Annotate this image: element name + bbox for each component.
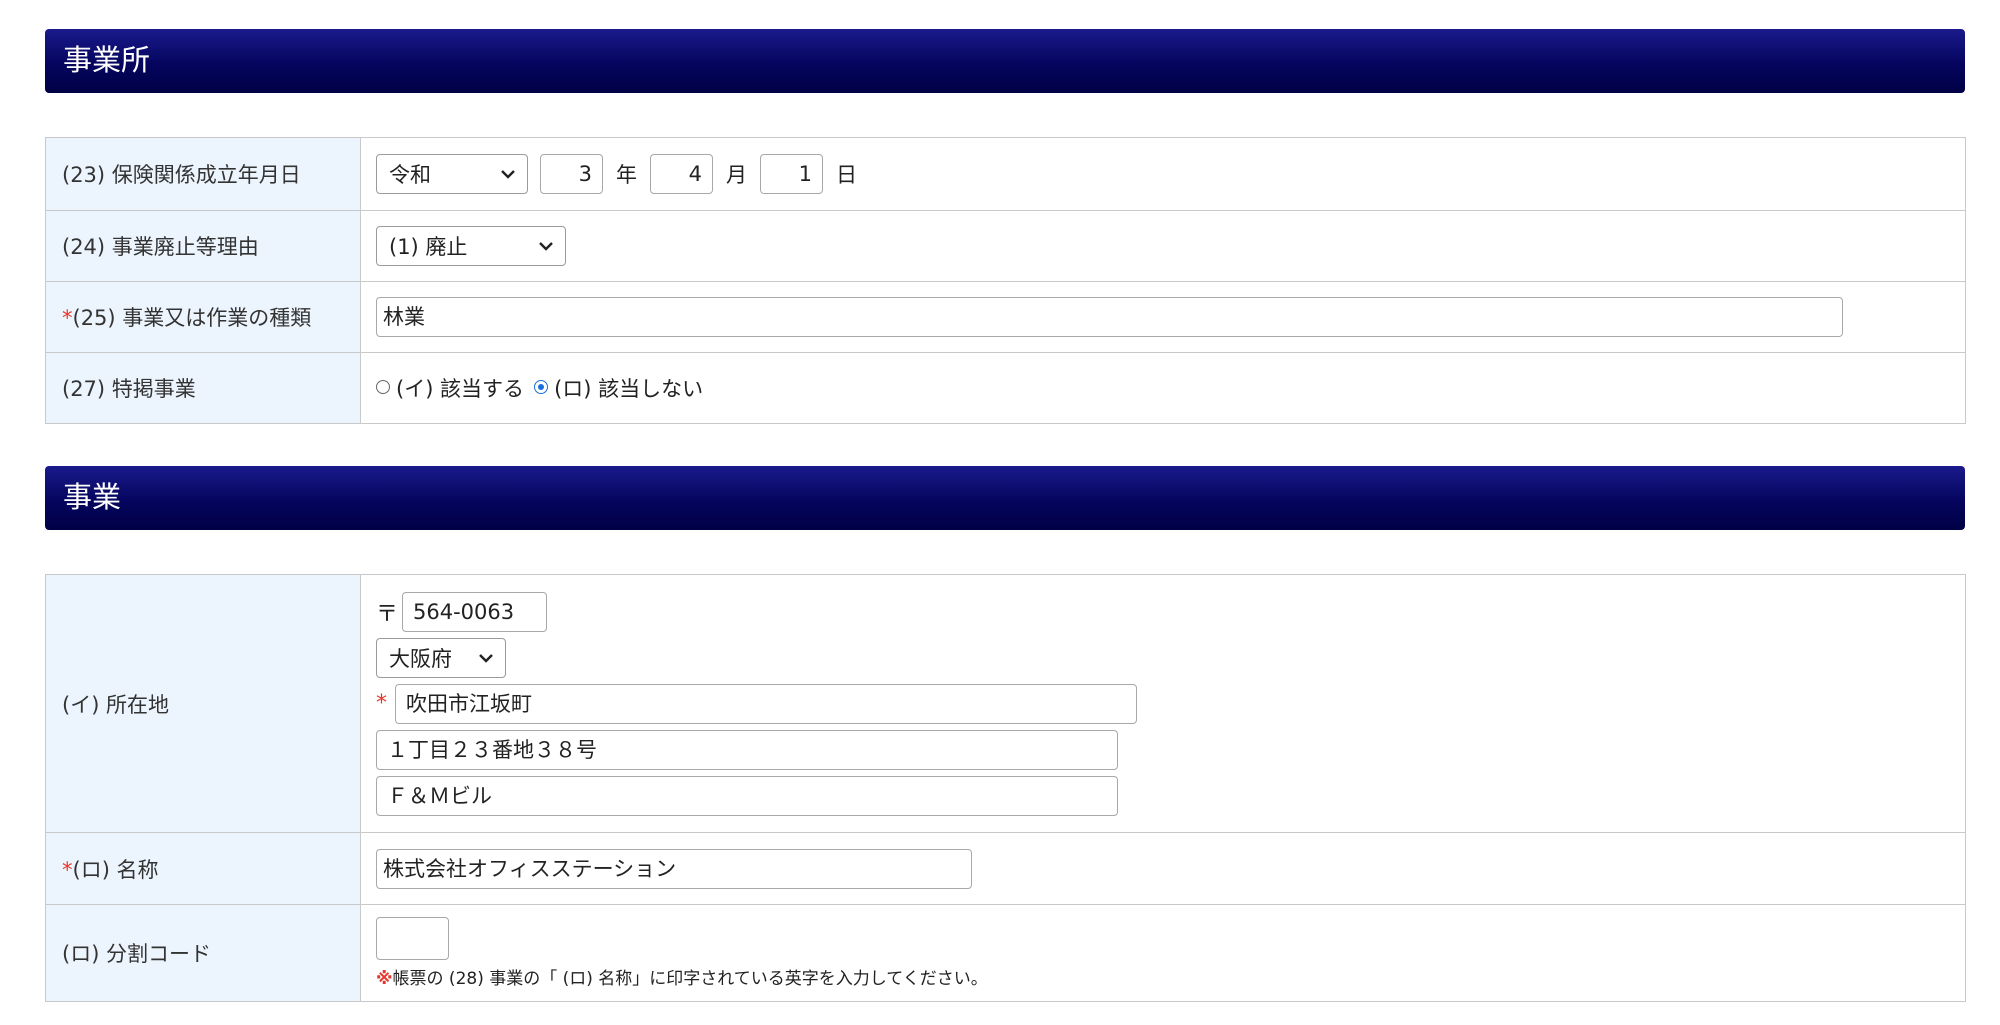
section-title: 事業所 <box>63 43 151 77</box>
business-form-table: (イ) 所在地 〒 564-0063 大阪府 * 吹田市江坂町 １丁目２３番地３… <box>45 574 1966 1002</box>
section-header-business: 事業 <box>45 466 1965 530</box>
label-cell: *(ロ) 名称 <box>45 832 361 905</box>
label-cell: (27) 特掲事業 <box>45 352 361 424</box>
field-cell: 株式会社オフィスステーション <box>360 832 1966 905</box>
field-cell: 林業 <box>360 281 1966 353</box>
address2-line: Ｆ＆Ｍビル <box>376 773 1965 819</box>
postal-line: 〒 564-0063 <box>376 589 1965 635</box>
month-unit: 月 <box>726 163 747 187</box>
field-label: (24) 事業廃止等理由 <box>62 235 259 259</box>
prefecture-select[interactable]: 大阪府 <box>376 637 506 678</box>
section-header-office: 事業所 <box>45 29 1965 93</box>
address1-input[interactable]: １丁目２３番地３８号 <box>376 729 1118 770</box>
row-established-date: (23) 保険関係成立年月日 令和 3 年 4 月 1 日 <box>45 137 1966 211</box>
radio-applicable[interactable] <box>376 380 390 394</box>
label-cell: (23) 保険関係成立年月日 <box>45 137 361 211</box>
city-input[interactable]: 吹田市江坂町 <box>395 683 1137 724</box>
address1-line: １丁目２３番地３８号 <box>376 727 1965 773</box>
label-cell: *(25) 事業又は作業の種類 <box>45 281 361 353</box>
field-label: (ロ) 名称 <box>72 857 159 882</box>
field-cell: (1) 廃止 <box>360 210 1966 282</box>
year-input[interactable]: 3 <box>540 154 603 194</box>
label-cell: (イ) 所在地 <box>45 574 361 833</box>
note-mark: ※ <box>376 969 393 989</box>
field-label: (25) 事業又は作業の種類 <box>72 306 312 330</box>
address2-input[interactable]: Ｆ＆Ｍビル <box>376 775 1118 816</box>
radio-not-applicable[interactable] <box>534 380 549 394</box>
radio-applicable-label[interactable]: (イ) 該当する <box>396 377 524 401</box>
abolition-reason-select[interactable]: (1) 廃止 <box>376 226 566 266</box>
chevron-down-icon <box>479 653 493 663</box>
required-mark: * <box>62 306 73 330</box>
row-location: (イ) 所在地 〒 564-0063 大阪府 * 吹田市江坂町 １丁目２３番地３… <box>45 574 1966 833</box>
prefecture-line: 大阪府 <box>376 635 1965 681</box>
required-mark: * <box>376 691 387 716</box>
field-cell: ※帳票の (28) 事業の「 (ロ) 名称」に印字されている英字を入力してくださ… <box>360 904 1966 1002</box>
field-label: (ロ) 分割コード <box>62 942 212 966</box>
field-label: (27) 特掲事業 <box>62 377 196 401</box>
division-code-note: ※帳票の (28) 事業の「 (ロ) 名称」に印字されている英字を入力してくださ… <box>376 964 1965 989</box>
radio-not-applicable-label[interactable]: (ロ) 該当しない <box>554 377 703 401</box>
chevron-down-icon <box>501 170 515 179</box>
day-input[interactable]: 1 <box>760 154 823 194</box>
day-unit: 日 <box>836 163 857 187</box>
field-label: (23) 保険関係成立年月日 <box>62 163 301 187</box>
label-cell: (24) 事業廃止等理由 <box>45 210 361 282</box>
row-business-type: *(25) 事業又は作業の種類 林業 <box>45 281 1966 353</box>
division-code-input[interactable] <box>376 917 449 960</box>
row-division-code: (ロ) 分割コード ※帳票の (28) 事業の「 (ロ) 名称」に印字されている… <box>45 904 1966 1002</box>
chevron-down-icon <box>539 242 553 251</box>
era-select[interactable]: 令和 <box>376 154 528 194</box>
month-input[interactable]: 4 <box>650 154 713 194</box>
year-unit: 年 <box>616 163 637 187</box>
postal-code-input[interactable]: 564-0063 <box>402 591 548 632</box>
row-name: *(ロ) 名称 株式会社オフィスステーション <box>45 832 1966 905</box>
office-form-table: (23) 保険関係成立年月日 令和 3 年 4 月 1 日 (24) 事業廃止等… <box>45 137 1966 424</box>
note-text: 帳票の (28) 事業の「 (ロ) 名称」に印字されている英字を入力してください… <box>392 969 988 989</box>
postal-mark: 〒 <box>376 601 399 627</box>
row-abolition-reason: (24) 事業廃止等理由 (1) 廃止 <box>45 210 1966 282</box>
field-label: (イ) 所在地 <box>62 692 170 717</box>
business-type-input[interactable]: 林業 <box>376 297 1843 337</box>
form-page: 事業所 (23) 保険関係成立年月日 令和 3 年 4 月 1 日 (24) 事 <box>0 0 2000 1025</box>
name-input[interactable]: 株式会社オフィスステーション <box>376 848 972 889</box>
label-cell: (ロ) 分割コード <box>45 904 361 1002</box>
field-cell: (イ) 該当する (ロ) 該当しない <box>360 352 1966 424</box>
field-cell: 〒 564-0063 大阪府 * 吹田市江坂町 １丁目２３番地３８号 Ｆ＆Ｍビル <box>360 574 1966 833</box>
field-cell: 令和 3 年 4 月 1 日 <box>360 137 1966 211</box>
section-title: 事業 <box>63 480 122 514</box>
city-line: * 吹田市江坂町 <box>376 681 1965 727</box>
required-mark: * <box>62 857 73 882</box>
row-specific-business: (27) 特掲事業 (イ) 該当する (ロ) 該当しない <box>45 352 1966 424</box>
